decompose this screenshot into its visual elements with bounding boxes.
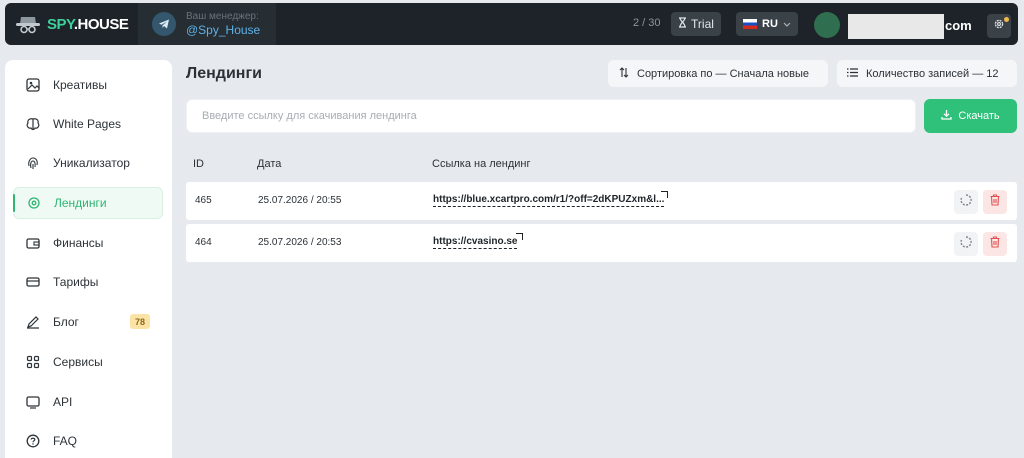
- wallet-icon: [25, 235, 41, 251]
- sidebar-item-label: Сервисы: [53, 355, 103, 369]
- list-icon: [847, 67, 858, 80]
- sidebar-item-landings[interactable]: Лендинги: [13, 187, 163, 219]
- manager-label: Ваш менеджер:: [186, 10, 259, 22]
- delete-button[interactable]: [983, 232, 1007, 256]
- avatar[interactable]: [814, 12, 840, 38]
- row-date: 25.07.2026 / 20:53: [258, 237, 342, 248]
- ru-flag-icon: [743, 19, 758, 29]
- sidebar-item-blog[interactable]: Блог 78: [13, 306, 163, 338]
- records-count-label: Количество записей — 12: [866, 67, 999, 80]
- spinner-icon: [960, 193, 972, 211]
- sidebar-item-label: API: [53, 395, 73, 409]
- download-button[interactable]: Скачать: [924, 99, 1017, 133]
- table-row: 464 25.07.2026 / 20:53 https://cvasino.s…: [186, 224, 1017, 262]
- grid-icon: [25, 354, 41, 370]
- status-button[interactable]: [954, 190, 978, 214]
- email-redaction: [848, 14, 944, 39]
- page-title: Лендинги: [186, 65, 262, 82]
- target-icon: [26, 195, 42, 211]
- language-select[interactable]: RU: [736, 12, 798, 36]
- sidebar-item-label: Блог: [53, 315, 79, 329]
- status-button[interactable]: [954, 232, 978, 256]
- sidebar-item-label: Креативы: [53, 78, 107, 92]
- sidebar-item-label: White Pages: [53, 117, 122, 131]
- logo-text-suffix: .HOUSE: [73, 15, 129, 33]
- sidebar-item-services[interactable]: Сервисы: [13, 346, 163, 378]
- language-label: RU: [762, 18, 778, 30]
- sidebar-item-white-pages[interactable]: White Pages: [13, 108, 163, 140]
- sidebar-item-label: Финансы: [53, 236, 104, 250]
- row-id: 465: [195, 195, 212, 206]
- table-row: 465 25.07.2026 / 20:55 https://blue.xcar…: [186, 182, 1017, 220]
- external-link-icon[interactable]: [516, 233, 523, 240]
- trial-label: Trial: [691, 17, 714, 31]
- image-icon: [25, 77, 41, 93]
- sort-dropdown[interactable]: Сортировка по — Сначала новые: [608, 60, 828, 87]
- manager-block[interactable]: Ваш менеджер: @Spy_House: [138, 3, 277, 45]
- manager-handle-link[interactable]: @Spy_House: [186, 23, 260, 38]
- spy-logo-icon: [15, 13, 41, 35]
- sidebar-item-api[interactable]: API: [13, 386, 163, 418]
- sidebar-item-label: Уникализатор: [53, 156, 130, 170]
- landing-url-input[interactable]: [186, 99, 916, 133]
- sidebar-item-uniqualizer[interactable]: Уникализатор: [13, 147, 163, 179]
- trash-icon: [990, 235, 1000, 253]
- sidebar: Креативы White Pages Уникализатор Лендин…: [5, 60, 172, 458]
- download-icon: [941, 109, 953, 123]
- logo-text-prefix: SPY: [47, 15, 74, 33]
- sidebar-item-label: Тарифы: [53, 275, 99, 289]
- pen-icon: [25, 314, 41, 330]
- telegram-icon: [152, 12, 176, 36]
- column-header-link: Ссылка на лендинг: [432, 158, 531, 170]
- usage-counter: 2 / 30: [633, 17, 661, 29]
- row-id: 464: [195, 237, 212, 248]
- spinner-icon: [960, 235, 972, 253]
- column-header-id[interactable]: ID: [193, 158, 204, 170]
- sidebar-item-faq[interactable]: FAQ: [13, 425, 163, 457]
- external-link-icon[interactable]: [661, 191, 668, 198]
- column-header-date[interactable]: Дата: [257, 158, 281, 170]
- api-icon: [25, 394, 41, 410]
- download-label: Скачать: [958, 110, 1000, 122]
- logo[interactable]: SPY.HOUSE: [15, 13, 133, 35]
- blog-count-badge: 78: [130, 314, 151, 329]
- sidebar-item-tariffs[interactable]: Тарифы: [13, 266, 163, 298]
- records-count-dropdown[interactable]: Количество записей — 12: [837, 60, 1017, 87]
- landing-link[interactable]: https://blue.xcartpro.com/r1/?off=2dKPUZ…: [433, 194, 665, 207]
- chevron-down-icon: [783, 18, 791, 30]
- notification-dot: [1004, 17, 1009, 22]
- sort-label: Сортировка по — Сначала новые: [637, 67, 810, 80]
- sidebar-item-label: FAQ: [53, 434, 78, 448]
- top-bar: SPY.HOUSE Ваш менеджер: @Spy_House 2 / 3…: [5, 3, 1018, 45]
- hourglass-icon: [678, 17, 687, 31]
- sidebar-item-creatives[interactable]: Креативы: [13, 69, 163, 101]
- fingerprint-icon: [25, 155, 41, 171]
- sidebar-item-label: Лендинги: [54, 196, 107, 210]
- trial-button[interactable]: Trial: [671, 12, 721, 36]
- brain-icon: [25, 116, 41, 132]
- trash-icon: [990, 193, 1000, 211]
- sort-icon: [619, 66, 629, 81]
- delete-button[interactable]: [983, 190, 1007, 214]
- settings-button[interactable]: [987, 14, 1011, 38]
- row-date: 25.07.2026 / 20:55: [258, 195, 342, 206]
- landing-link[interactable]: https://cvasino.se: [433, 236, 518, 249]
- sidebar-item-finances[interactable]: Финансы: [13, 227, 163, 259]
- card-icon: [25, 274, 41, 290]
- user-email[interactable]: com: [945, 18, 972, 33]
- question-icon: [25, 433, 41, 449]
